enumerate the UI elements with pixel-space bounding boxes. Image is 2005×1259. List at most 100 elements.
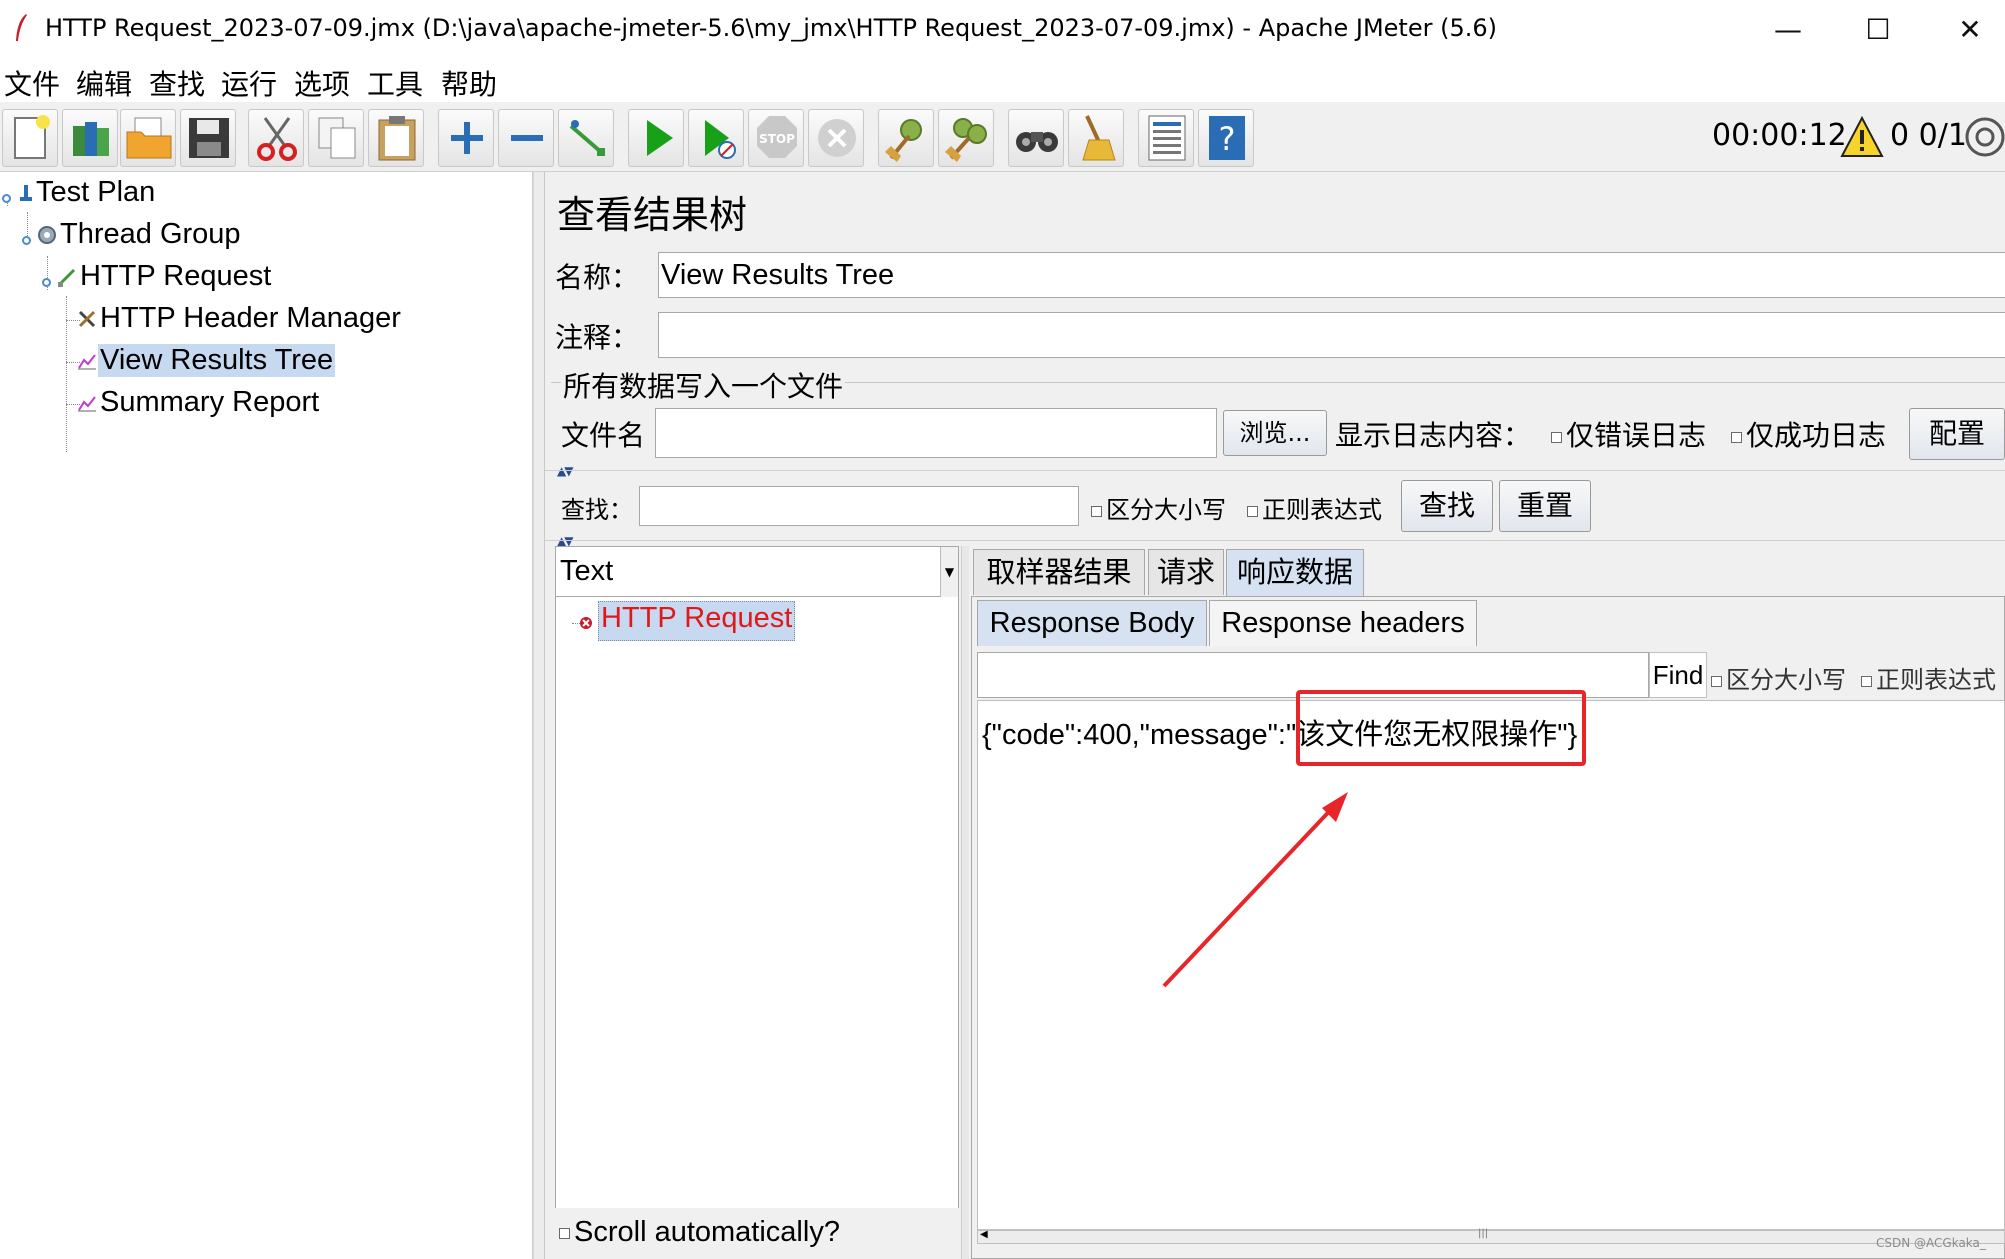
checkbox-box xyxy=(559,1227,570,1239)
errors-only-checkbox[interactable]: 仅错误日志 xyxy=(1551,414,1706,454)
response-case-sensitive-checkbox[interactable]: 区分大小写 xyxy=(1711,660,1846,695)
collapse-button[interactable] xyxy=(498,109,554,167)
collapse-arrows-icon[interactable]: ▲▼ xyxy=(557,464,574,478)
tree-node-http-header-manager[interactable]: HTTP Header Manager xyxy=(76,302,403,342)
results-splitter[interactable] xyxy=(961,546,969,1259)
new-button[interactable] xyxy=(2,109,58,167)
errors-only-label: 仅错误日志 xyxy=(1566,419,1707,452)
tab-response-data[interactable]: 响应数据 xyxy=(1226,549,1364,597)
tree-node-summary-report[interactable]: Summary Report xyxy=(76,386,321,426)
comment-field[interactable] xyxy=(658,312,2005,358)
search-input[interactable] xyxy=(639,486,1079,526)
find-button[interactable]: 查找 xyxy=(1401,480,1493,532)
tree-toggle[interactable] xyxy=(2,194,11,203)
browse-button[interactable]: 浏览... xyxy=(1223,410,1327,456)
case-sensitive-checkbox[interactable]: 区分大小写 xyxy=(1091,490,1226,525)
new-document-icon xyxy=(14,115,50,159)
tree-node-view-results-tree[interactable]: View Results Tree xyxy=(76,344,336,384)
menu-bar: 文件 编辑 查找 运行 选项 工具 帮助 xyxy=(0,59,2005,102)
name-field[interactable]: View Results Tree xyxy=(658,252,2005,298)
help-icon: ? xyxy=(1209,116,1245,160)
pane-splitter[interactable] xyxy=(533,172,545,1259)
regex-checkbox[interactable]: 正则表达式 xyxy=(1247,490,1382,525)
response-json-prefix: {"code":400,"message":" xyxy=(982,719,1297,751)
header-manager-icon xyxy=(78,310,96,328)
svg-text:?: ? xyxy=(1219,120,1236,158)
filename-field[interactable] xyxy=(655,408,1217,458)
toggle-button[interactable] xyxy=(558,109,614,167)
tree-node-test-plan[interactable]: Test Plan xyxy=(18,176,157,216)
toggle-wand-icon xyxy=(569,120,605,156)
open-folder-icon xyxy=(126,117,172,159)
checkbox-box xyxy=(1091,505,1102,517)
menu-search[interactable]: 查找 xyxy=(149,63,205,103)
checkbox-box xyxy=(1551,431,1562,443)
shutdown-button[interactable] xyxy=(808,109,864,167)
test-plan-tree: Test Plan Thread Group HTTP Request HTTP… xyxy=(0,172,533,1259)
broom-gears-icon xyxy=(945,118,987,162)
horizontal-scrollbar[interactable]: ◀ ||| xyxy=(977,1228,2005,1244)
menu-options[interactable]: 选项 xyxy=(294,63,350,103)
regex-label: 正则表达式 xyxy=(1262,496,1382,524)
success-only-label: 仅成功日志 xyxy=(1746,419,1887,452)
function-helper-button[interactable] xyxy=(1138,109,1194,167)
templates-button[interactable] xyxy=(62,109,118,167)
divider xyxy=(545,540,2005,541)
menu-help[interactable]: 帮助 xyxy=(441,63,497,103)
filename-label: 文件名 xyxy=(561,419,646,452)
svg-text:STOP: STOP xyxy=(759,132,795,146)
search-button[interactable] xyxy=(1008,109,1064,167)
renderer-select[interactable]: Text ▼ xyxy=(556,547,958,597)
save-button[interactable] xyxy=(180,109,236,167)
sampler-pen-icon xyxy=(58,268,76,287)
tree-toggle[interactable] xyxy=(22,236,31,245)
annotation-highlight-box xyxy=(1296,690,1586,766)
log-content-label: 显示日志内容： xyxy=(1335,419,1532,452)
clear-all-button[interactable] xyxy=(938,109,994,167)
menu-edit[interactable]: 编辑 xyxy=(76,63,132,103)
start-button[interactable] xyxy=(628,109,684,167)
elapsed-timer: 00:00:12 xyxy=(1712,118,1847,153)
expand-button[interactable] xyxy=(438,109,494,167)
open-button[interactable] xyxy=(120,109,176,167)
subtab-response-headers[interactable]: Response headers xyxy=(1209,600,1477,646)
broom-icon xyxy=(1082,115,1116,161)
success-only-checkbox[interactable]: 仅成功日志 xyxy=(1731,414,1886,454)
response-find-button[interactable]: Find xyxy=(1649,652,1707,698)
stop-button[interactable]: STOP xyxy=(748,109,804,167)
tree-toggle[interactable] xyxy=(42,278,51,287)
configure-button[interactable]: 配置 xyxy=(1909,408,2005,460)
checkbox-box xyxy=(1711,675,1722,687)
cut-button[interactable] xyxy=(248,109,304,167)
plus-icon xyxy=(451,122,483,154)
clear-button[interactable] xyxy=(878,109,934,167)
subtab-response-body[interactable]: Response Body xyxy=(977,600,1207,646)
reset-search-button[interactable] xyxy=(1068,109,1124,167)
scroll-auto-row: Scroll automatically? xyxy=(555,1208,959,1259)
response-body-text[interactable]: {"code":400,"message":"该文件您无权限操作"} xyxy=(977,700,2005,1230)
tab-request[interactable]: 请求 xyxy=(1148,549,1224,595)
result-item-http-request[interactable]: HTTP Request xyxy=(598,601,796,641)
menu-run[interactable]: 运行 xyxy=(221,63,277,103)
shutdown-icon xyxy=(818,119,856,157)
scroll-auto-checkbox[interactable]: Scroll automatically? xyxy=(559,1216,840,1249)
paste-button[interactable] xyxy=(368,109,424,167)
copy-button[interactable] xyxy=(308,109,364,167)
start-no-pause-button[interactable] xyxy=(688,109,744,167)
tree-node-thread-group[interactable]: Thread Group xyxy=(36,218,243,258)
remote-status-icon xyxy=(1965,117,2005,157)
maximize-button[interactable]: ☐ xyxy=(1848,8,1908,52)
reset-button[interactable]: 重置 xyxy=(1499,480,1591,532)
help-button[interactable]: ? xyxy=(1198,109,1254,167)
tab-sampler-result[interactable]: 取样器结果 xyxy=(973,549,1145,595)
toolbar: STOP ? 00:00:12 0 0/1 xyxy=(0,102,2005,172)
minimize-button[interactable]: — xyxy=(1758,8,1818,52)
close-button[interactable]: ✕ xyxy=(1940,8,2000,52)
response-regex-checkbox[interactable]: 正则表达式 xyxy=(1861,660,2005,695)
menu-tools[interactable]: 工具 xyxy=(367,63,423,103)
file-section-title: 所有数据写入一个文件 xyxy=(561,365,846,405)
menu-file[interactable]: 文件 xyxy=(4,63,60,103)
tree-node-http-request[interactable]: HTTP Request xyxy=(56,260,273,300)
response-case-sensitive-label: 区分大小写 xyxy=(1726,666,1846,694)
warning-icon[interactable] xyxy=(1840,116,1884,158)
